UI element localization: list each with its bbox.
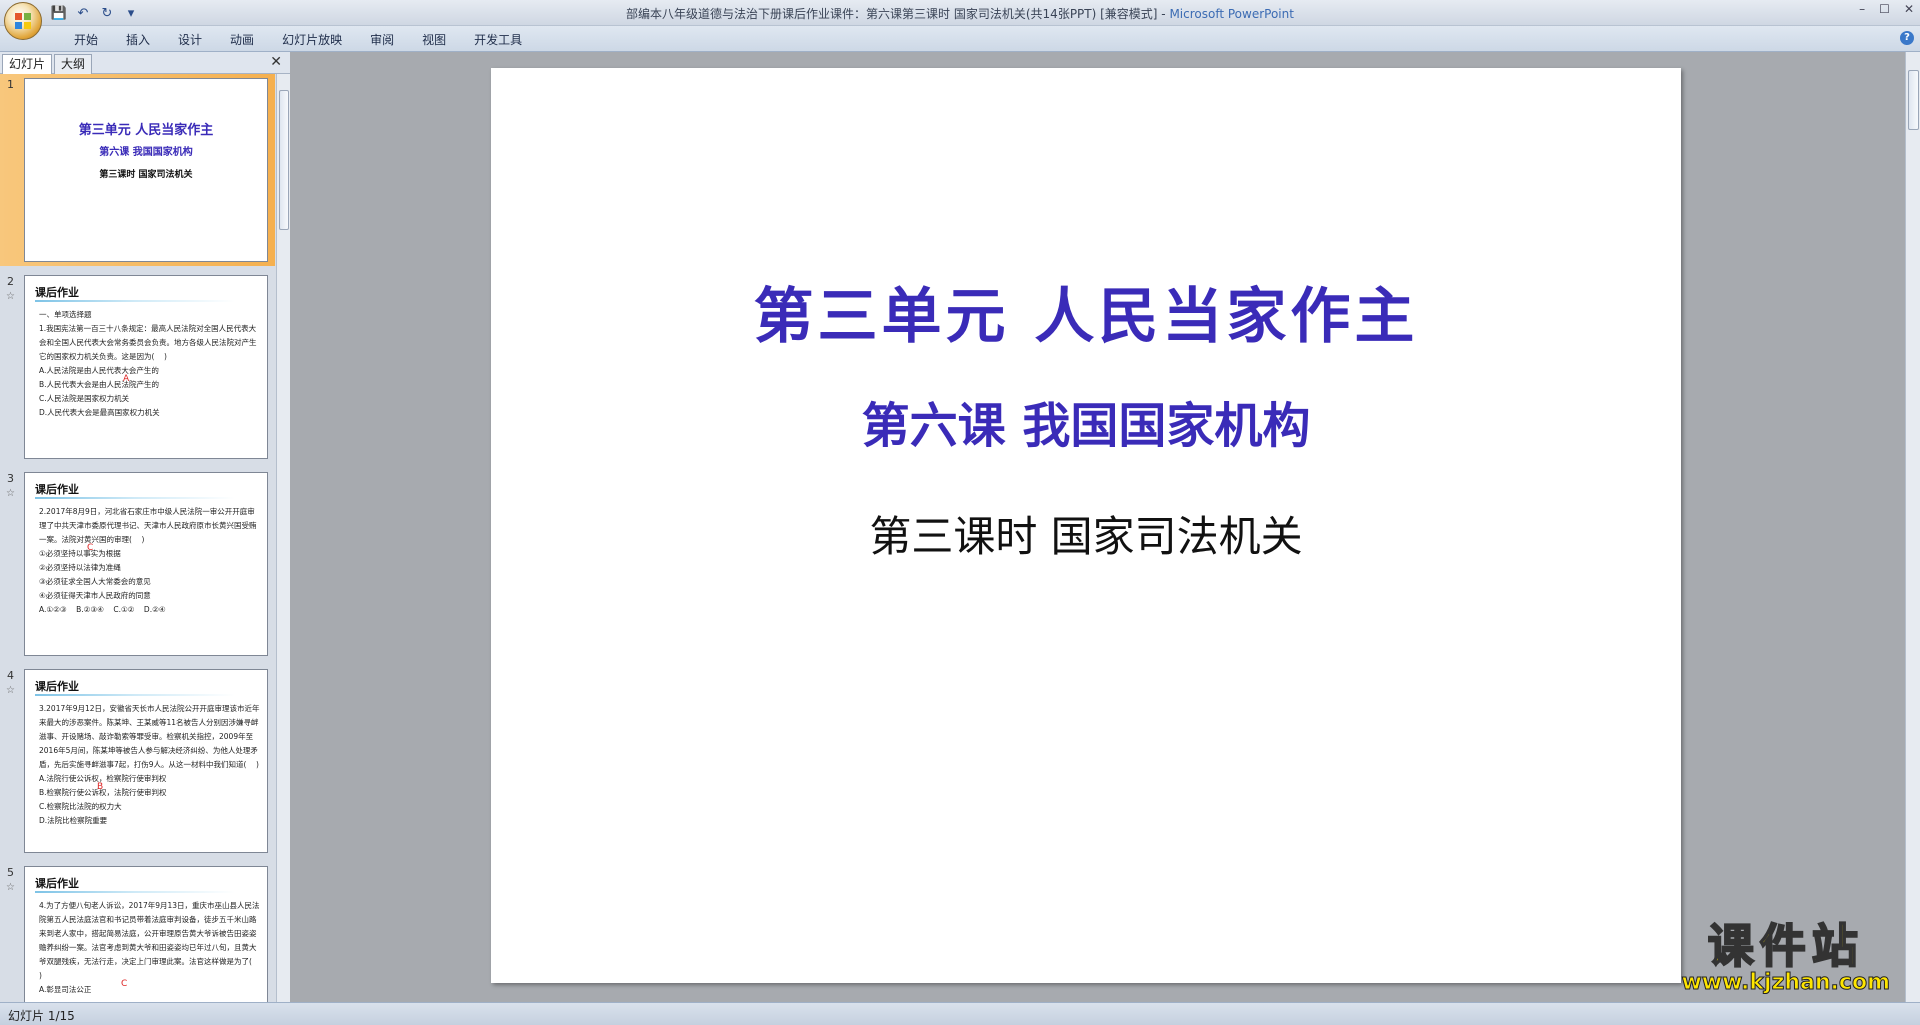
window-controls: – ☐ ✕: [1859, 2, 1914, 16]
office-logo-icon: [15, 13, 31, 29]
title-bar: 💾 ↶ ↻ ▾ 部编本八年级道德与法治下册课后作业课件：第六课第三课时 国家司法…: [0, 0, 1920, 40]
tab-review[interactable]: 审阅: [356, 30, 408, 50]
tab-animations[interactable]: 动画: [216, 30, 268, 50]
slide-thumbnail-3[interactable]: 课后作业 2.2017年8月9日，河北省石家庄市中级人民法院一审公开开庭审理了中…: [24, 472, 268, 656]
slide-counter: 幻灯片 1/15: [8, 1009, 75, 1023]
thumb-answer: C: [87, 543, 94, 553]
thumb-answer: B: [97, 782, 104, 792]
thumbnail-row-4[interactable]: 4 ☆ 课后作业 3.2017年9月12日，安徽省天长市人民法院公开开庭审理该市…: [0, 665, 275, 857]
tab-design[interactable]: 设计: [164, 30, 216, 50]
slide-editing-area: 第三单元 人民当家作主 第六课 我国国家机构 第三课时 国家司法机关: [291, 52, 1905, 1002]
slide-number: 3: [7, 472, 14, 485]
thumb-body: 4.为了方便八旬老人诉讼，2017年9月13日，重庆市巫山县人民法院第五人民法庭…: [39, 901, 260, 994]
animation-star-icon: ☆: [6, 291, 15, 302]
thumb-answer: C: [121, 979, 128, 989]
slide-subtitle[interactable]: 第六课 我国国家机构: [491, 386, 1681, 456]
tab-developer[interactable]: 开发工具: [460, 30, 536, 50]
app-name: Microsoft PowerPoint: [1169, 7, 1294, 21]
current-slide[interactable]: 第三单元 人民当家作主 第六课 我国国家机构 第三课时 国家司法机关: [491, 68, 1681, 983]
slide-thumbnail-1[interactable]: 第三单元 人民当家作主 第六课 我国国家机构 第三课时 国家司法机关: [24, 78, 268, 262]
close-icon[interactable]: ✕: [270, 54, 282, 70]
slide-lesson-line[interactable]: 第三课时 国家司法机关: [491, 503, 1681, 564]
slide-thumbnail-2[interactable]: 课后作业 一、单项选择题 1.我国宪法第一百三十八条规定：最高人民法院对全国人民…: [24, 275, 268, 459]
maximize-button[interactable]: ☐: [1879, 2, 1890, 16]
heading-underline: [35, 300, 235, 302]
thumb-body: 2.2017年8月9日，河北省石家庄市中级人民法院一审公开开庭审理了中共天津市委…: [39, 507, 257, 614]
minimize-button[interactable]: –: [1859, 2, 1865, 16]
thumb-heading: 课后作业: [35, 680, 79, 693]
ribbon-tabs: 开始 插入 设计 动画 幻灯片放映 审阅 视图 开发工具: [60, 30, 536, 50]
slide-number: 2: [7, 275, 14, 288]
thumb-line3: 第三课时 国家司法机关: [99, 170, 193, 180]
thumbnail-row-5[interactable]: 5 ☆ 课后作业 4.为了方便八旬老人诉讼，2017年9月13日，重庆市巫山县人…: [0, 862, 275, 1002]
document-title: 部编本八年级道德与法治下册课后作业课件：第六课第三课时 国家司法机关(共14张P…: [626, 7, 1158, 21]
slides-panel: 幻灯片 大纲 ✕ 1 第三单元 人民当家作主 第六课 我国国家机构 第三课时 国…: [0, 52, 290, 1002]
tab-insert[interactable]: 插入: [112, 30, 164, 50]
slide-thumbnail-4[interactable]: 课后作业 3.2017年9月12日，安徽省天长市人民法院公开开庭审理该市近年来最…: [24, 669, 268, 853]
animation-star-icon: ☆: [6, 685, 15, 696]
watermark-logo: 课件站 www.kjzhan.com: [1681, 919, 1891, 995]
slide-number: 1: [7, 78, 14, 91]
watermark-text: 课件站: [1707, 919, 1864, 973]
thumb-heading: 课后作业: [35, 286, 79, 299]
thumb-body: 3.2017年9月12日，安徽省天长市人民法院公开开庭审理该市近年来最大的涉恶案…: [39, 704, 260, 825]
help-icon[interactable]: ?: [1900, 31, 1914, 45]
animation-star-icon: ☆: [6, 488, 15, 499]
ribbon: 开始 插入 设计 动画 幻灯片放映 审阅 视图 开发工具 ?: [0, 26, 1920, 52]
heading-underline: [35, 497, 235, 499]
slide-title[interactable]: 第三单元 人民当家作主: [491, 268, 1681, 355]
vertical-scrollbar[interactable]: [1905, 52, 1920, 1002]
panel-tabs: 幻灯片 大纲 ✕: [0, 52, 290, 74]
scrollbar-thumb[interactable]: [1908, 70, 1919, 130]
scrollbar-thumb[interactable]: [279, 90, 289, 230]
slide-number: 4: [7, 669, 14, 682]
animation-star-icon: ☆: [6, 882, 15, 893]
tab-slideshow[interactable]: 幻灯片放映: [268, 30, 356, 50]
thumb-answer: A: [123, 374, 130, 384]
close-button[interactable]: ✕: [1904, 2, 1914, 16]
thumbnail-scrollbar[interactable]: [276, 74, 290, 1002]
thumb-title: 第三单元 人民当家作主: [78, 123, 214, 138]
tab-slides[interactable]: 幻灯片: [2, 54, 53, 74]
window-title: 部编本八年级道德与法治下册课后作业课件：第六课第三课时 国家司法机关(共14张P…: [0, 5, 1920, 22]
thumbnail-row-1[interactable]: 1 第三单元 人民当家作主 第六课 我国国家机构 第三课时 国家司法机关: [0, 74, 275, 266]
thumb-heading: 课后作业: [35, 483, 79, 496]
watermark-url: www.kjzhan.com: [1681, 970, 1891, 995]
tab-view[interactable]: 视图: [408, 30, 460, 50]
heading-underline: [35, 891, 235, 893]
slide-number: 5: [7, 866, 14, 879]
tab-home[interactable]: 开始: [60, 30, 112, 50]
heading-underline: [35, 694, 235, 696]
thumb-heading: 课后作业: [35, 877, 79, 890]
thumb-subtitle: 第六课 我国国家机构: [99, 147, 193, 158]
thumbnail-list: 1 第三单元 人民当家作主 第六课 我国国家机构 第三课时 国家司法机关 2 ☆…: [0, 74, 275, 1002]
thumbnail-row-2[interactable]: 2 ☆ 课后作业 一、单项选择题 1.我国宪法第一百三十八条规定：最高人民法院对…: [0, 271, 275, 463]
office-button[interactable]: [4, 2, 42, 40]
thumb-body: 一、单项选择题 1.我国宪法第一百三十八条规定：最高人民法院对全国人民代表大会和…: [39, 310, 257, 417]
title-separator: -: [1157, 7, 1170, 21]
slide-thumbnail-5[interactable]: 课后作业 4.为了方便八旬老人诉讼，2017年9月13日，重庆市巫山县人民法院第…: [24, 866, 268, 1002]
tab-outline[interactable]: 大纲: [54, 54, 93, 74]
thumbnail-row-3[interactable]: 3 ☆ 课后作业 2.2017年8月9日，河北省石家庄市中级人民法院一审公开开庭…: [0, 468, 275, 660]
status-bar: 幻灯片 1/15: [0, 1002, 1920, 1025]
